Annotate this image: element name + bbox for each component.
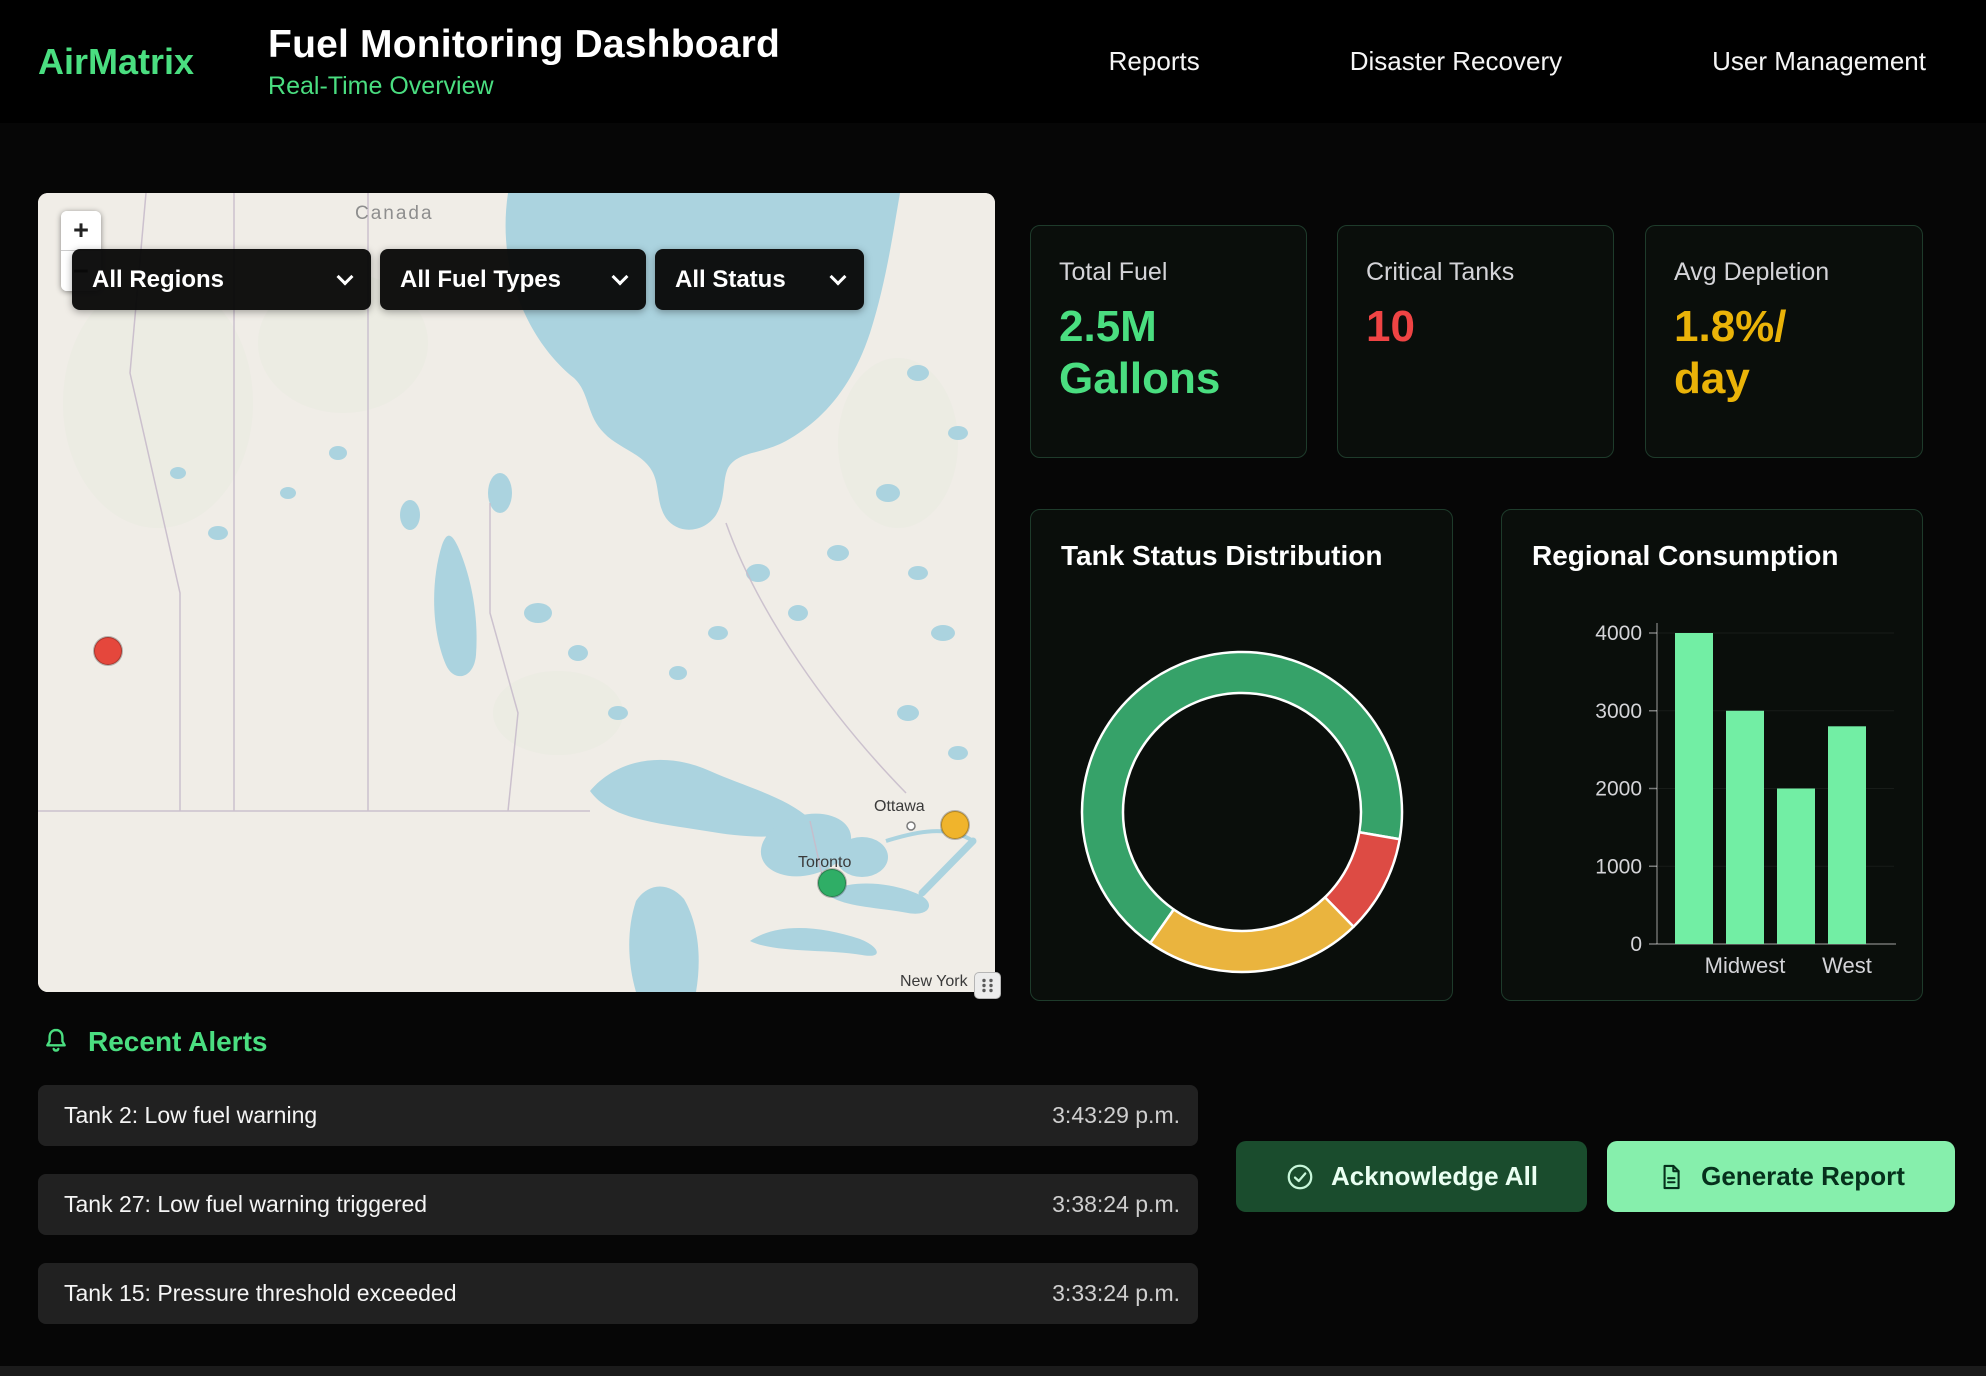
chevron-down-icon (337, 268, 354, 285)
stat-label: Total Fuel (1059, 258, 1278, 287)
bar-0 (1675, 633, 1713, 944)
ottawa-town-dot (907, 822, 915, 830)
map-svg: Canada Ottawa Toronto New York (38, 193, 995, 992)
page-title: Fuel Monitoring Dashboard (268, 23, 780, 67)
nav-disaster-recovery[interactable]: Disaster Recovery (1350, 46, 1562, 77)
page-subtitle: Real-Time Overview (268, 72, 780, 101)
regional-consumption-card: Regional Consumption 0 1000 2000 3000 4000 Mi… (1501, 509, 1923, 1001)
alert-list-item[interactable]: Tank 27: Low fuel warning triggered 3:38… (38, 1174, 1198, 1235)
stat-value: 2.5M Gallons (1059, 301, 1244, 405)
y-tick-label: 1000 (1595, 855, 1642, 878)
brand-logo[interactable]: AirMatrix (38, 41, 194, 83)
y-tick-label: 2000 (1595, 778, 1642, 801)
map-label-canada: Canada (355, 203, 434, 224)
x-tick-label: West (1822, 953, 1872, 978)
tank-marker-critical[interactable] (94, 637, 122, 665)
resize-grip[interactable] (974, 972, 1001, 999)
chevron-down-icon (830, 268, 847, 285)
chart-title: Tank Status Distribution (1031, 510, 1452, 572)
tank-status-donut-chart (1072, 642, 1412, 982)
nav-reports[interactable]: Reports (1109, 46, 1200, 77)
region-filter-dropdown[interactable]: All Regions (72, 249, 371, 310)
stat-card-avg-depletion: Avg Depletion 1.8%/ day (1645, 225, 1923, 458)
alert-timestamp: 3:33:24 p.m. (1052, 1280, 1180, 1307)
check-circle-icon (1285, 1162, 1315, 1192)
alerts-header: Recent Alerts (40, 1026, 267, 1058)
fuel-type-filter-dropdown[interactable]: All Fuel Types (380, 249, 646, 310)
tank-status-card: Tank Status Distribution (1030, 509, 1453, 1001)
alert-list-item[interactable]: Tank 2: Low fuel warning 3:43:29 p.m. (38, 1085, 1198, 1146)
map-canvas[interactable]: Canada Ottawa Toronto New York (38, 193, 995, 992)
bar-2 (1777, 789, 1815, 945)
grip-dots-icon (979, 977, 996, 994)
regional-consumption-bar-chart: 0 1000 2000 3000 4000 Midwest West (1502, 605, 1923, 1001)
x-tick-label: Midwest (1705, 953, 1786, 978)
bar-3 (1828, 726, 1866, 944)
stat-card-critical-tanks: Critical Tanks 10 (1337, 225, 1614, 458)
map-label-new-york: New York (900, 973, 969, 990)
stat-label: Avg Depletion (1674, 258, 1894, 287)
donut-segment-warning (1150, 897, 1353, 972)
chart-title: Regional Consumption (1502, 510, 1922, 572)
acknowledge-all-button[interactable]: Acknowledge All (1236, 1141, 1587, 1212)
header: AirMatrix Fuel Monitoring Dashboard Real… (0, 0, 1986, 123)
map-panel: Canada Ottawa Toronto New York + − All R… (38, 193, 995, 992)
main-nav: Reports Disaster Recovery User Managemen… (1109, 46, 1986, 77)
alert-message: Tank 2: Low fuel warning (64, 1102, 317, 1129)
stat-value: 1.8%/ day (1674, 301, 1859, 405)
tank-marker-warning[interactable] (941, 811, 969, 839)
fuel-type-filter-label: All Fuel Types (400, 266, 561, 294)
dashboard-root: AirMatrix Fuel Monitoring Dashboard Real… (0, 0, 1986, 1376)
map-label-toronto: Toronto (798, 854, 851, 871)
alerts-title: Recent Alerts (88, 1026, 267, 1058)
alert-message: Tank 27: Low fuel warning triggered (64, 1191, 427, 1218)
status-filter-dropdown[interactable]: All Status (655, 249, 864, 310)
y-tick-label: 0 (1630, 933, 1642, 956)
generate-report-label: Generate Report (1701, 1161, 1905, 1192)
y-tick-label: 3000 (1595, 700, 1642, 723)
nav-user-management[interactable]: User Management (1712, 46, 1926, 77)
bell-icon (40, 1026, 72, 1058)
alert-timestamp: 3:43:29 p.m. (1052, 1102, 1180, 1129)
alert-timestamp: 3:38:24 p.m. (1052, 1191, 1180, 1218)
stat-card-total-fuel: Total Fuel 2.5M Gallons (1030, 225, 1307, 458)
map-filter-bar: All Regions All Fuel Types All Status (72, 249, 864, 310)
status-filter-label: All Status (675, 266, 786, 294)
alert-message: Tank 15: Pressure threshold exceeded (64, 1280, 457, 1307)
map-label-ottawa: Ottawa (874, 798, 925, 815)
bar-1 (1726, 711, 1764, 944)
map-zoom-in-button[interactable]: + (61, 211, 101, 251)
y-tick-label: 4000 (1595, 622, 1642, 645)
stat-label: Critical Tanks (1366, 258, 1585, 287)
document-icon (1657, 1163, 1685, 1191)
acknowledge-all-label: Acknowledge All (1331, 1161, 1538, 1192)
title-block: Fuel Monitoring Dashboard Real-Time Over… (268, 23, 780, 101)
tank-marker-normal[interactable] (818, 869, 846, 897)
chevron-down-icon (612, 268, 629, 285)
alert-list-item[interactable]: Tank 15: Pressure threshold exceeded 3:3… (38, 1263, 1198, 1324)
generate-report-button[interactable]: Generate Report (1607, 1141, 1955, 1212)
region-filter-label: All Regions (92, 266, 224, 294)
stat-value: 10 (1366, 301, 1551, 353)
window-edge (0, 1366, 1986, 1376)
